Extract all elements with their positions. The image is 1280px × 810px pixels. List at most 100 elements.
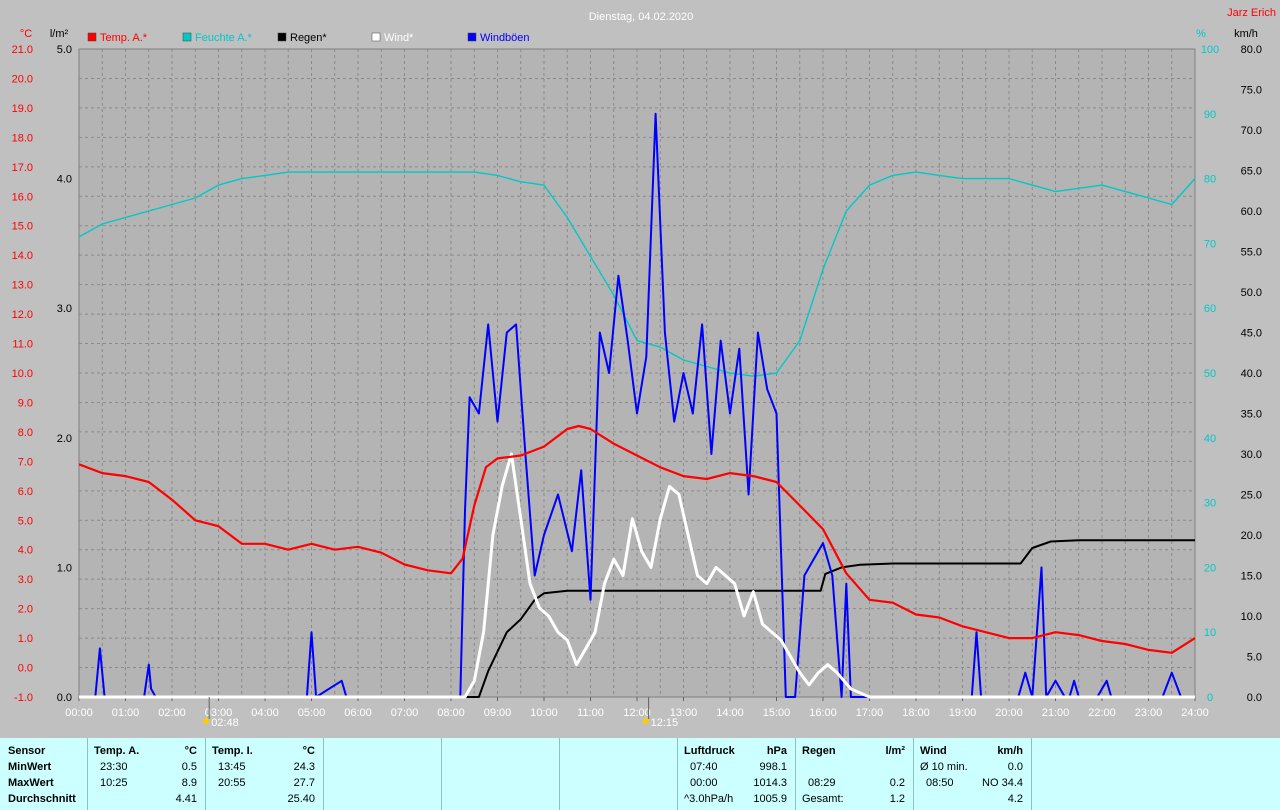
temp-tick-label: 21.0 — [12, 44, 33, 56]
pressure-min-time: 07:40 — [690, 761, 718, 773]
humidity-tick-label: 100 — [1201, 44, 1219, 56]
row-label-avg: Durchschnitt — [8, 793, 76, 805]
temp-tick-label: 19.0 — [12, 103, 33, 115]
wind-tick-label: 70.0 — [1241, 125, 1262, 137]
temp-tick-label: 18.0 — [12, 132, 33, 144]
temp-tick-label: 6.0 — [18, 486, 33, 498]
legend-label: Temp. A.* — [100, 32, 148, 44]
temp-a-min-time: 23:30 — [100, 761, 128, 773]
rain-total-value: 1.2 — [889, 793, 905, 805]
rain-tick-label: 5.0 — [57, 44, 72, 56]
rain-max-value: 0.2 — [889, 777, 905, 789]
temp-i-average: 25.40 — [287, 793, 315, 805]
wind-max-value: NO 34.4 — [982, 777, 1023, 789]
x-tick-label: 22:00 — [1088, 707, 1116, 719]
weather-chart: 21.0 20.0 19.0 18.0 17.0 16.0 15.0 14.0 13.0 12.0… — [0, 0, 1280, 738]
x-tick-label: 10:00 — [530, 707, 558, 719]
temp-unit-label: °C — [20, 28, 32, 40]
x-tick-label: 06:00 — [344, 707, 372, 719]
x-tick-label: 11:00 — [577, 707, 604, 719]
row-label-max: MaxWert — [8, 777, 54, 789]
wind-tick-label: 10.0 — [1241, 611, 1262, 623]
humidity-tick-label: 50 — [1204, 368, 1216, 380]
temp-tick-label: 15.0 — [12, 221, 33, 233]
temp-i-min-value: 24.3 — [293, 761, 315, 773]
rain-column: Regen l/m² 08:29 0.2 Gesamt: 1.2 — [796, 738, 914, 810]
x-tick-label: 01:00 — [112, 707, 140, 719]
temp-tick-label: 9.0 — [18, 397, 33, 409]
wind-min-value: 0.0 — [1007, 761, 1023, 773]
rain-title: Regen — [802, 745, 836, 757]
x-tick-label: 04:00 — [251, 707, 279, 719]
wind-title: Wind — [920, 745, 947, 757]
rain-tick-label: 2.0 — [57, 433, 72, 445]
temp-a-column: Temp. A. °C 23:30 0.5 10:25 8.9 4.41 — [88, 738, 206, 810]
sensor-header: Sensor — [8, 745, 46, 757]
temp-tick-label: 20.0 — [12, 73, 33, 85]
humidity-unit-label: % — [1196, 28, 1206, 40]
wind-tick-label: 40.0 — [1241, 368, 1262, 380]
empty-column-1 — [324, 738, 442, 810]
x-tick-label: 24:00 — [1181, 707, 1209, 719]
humidity-tick-label: 80 — [1204, 174, 1216, 186]
pressure-title: Luftdruck — [684, 745, 735, 757]
x-tick-label: 14:00 — [716, 707, 744, 719]
x-tick-label: 16:00 — [809, 707, 837, 719]
sensor-column: Sensor MinWert MaxWert Durchschnitt — [0, 738, 88, 810]
rain-tick-label: 0.0 — [57, 692, 72, 704]
rain-max-time: 08:29 — [808, 777, 836, 789]
x-tick-label: 20:00 — [995, 707, 1023, 719]
wind-tick-label: 35.0 — [1241, 409, 1262, 421]
legend-label: Windböen — [480, 32, 530, 44]
temp-tick-label: 14.0 — [12, 250, 33, 262]
temp-tick-label: 8.0 — [18, 427, 33, 439]
temp-i-title: Temp. I. — [212, 745, 253, 757]
wind-column: Wind km/h Ø 10 min. 0.0 08:50 NO 34.4 4.… — [914, 738, 1032, 810]
legend-swatch — [371, 32, 381, 42]
x-tick-label: 18:00 — [902, 707, 930, 719]
wind-tick-label: 50.0 — [1241, 287, 1262, 299]
empty-column-3 — [560, 738, 678, 810]
humidity-tick-label: 40 — [1204, 433, 1216, 445]
chart-title: Dienstag, 04.02.2020 — [589, 11, 694, 23]
x-tick-label: 21:00 — [1042, 707, 1070, 719]
rain-unit-label: l/m² — [50, 28, 69, 40]
sun-icon — [203, 718, 210, 724]
x-tick-label: 00:00 — [65, 707, 93, 719]
temp-tick-label: 1.0 — [18, 633, 33, 645]
x-tick-label: 15:00 — [763, 707, 791, 719]
legend-label: Feuchte A.* — [195, 32, 253, 44]
wind-tick-label: 15.0 — [1241, 571, 1262, 583]
wind-tick-label: 0.0 — [1247, 692, 1262, 704]
humidity-tick-label: 0 — [1207, 692, 1213, 704]
temp-tick-label: -1.0 — [14, 692, 33, 704]
x-tick-label: 05:00 — [298, 707, 326, 719]
empty-column-2 — [442, 738, 560, 810]
humidity-tick-label: 30 — [1204, 498, 1216, 510]
row-label-min: MinWert — [8, 761, 52, 773]
temp-a-average: 4.41 — [175, 793, 197, 805]
humidity-tick-label: 20 — [1204, 562, 1216, 574]
temp-tick-label: 13.0 — [12, 280, 33, 292]
legend-label: Regen* — [290, 32, 327, 44]
wind-tick-label: 80.0 — [1241, 44, 1262, 56]
x-tick-label: 02:00 — [158, 707, 186, 719]
humidity-tick-label: 60 — [1204, 303, 1216, 315]
temp-tick-label: 4.0 — [18, 545, 33, 557]
pressure-column: Luftdruck hPa 07:40 998.1 00:00 1014.3 ^… — [678, 738, 796, 810]
rain-tick-label: 4.0 — [57, 174, 72, 186]
sun-marker-label: 02:48 — [211, 717, 239, 729]
temp-tick-label: 0.0 — [18, 663, 33, 675]
temp-tick-label: 5.0 — [18, 515, 33, 527]
temp-tick-label: 17.0 — [12, 162, 33, 174]
wind-tick-label: 5.0 — [1247, 652, 1262, 664]
temp-tick-label: 12.0 — [12, 309, 33, 321]
temp-i-max-value: 27.7 — [293, 777, 315, 789]
rain-tick-label: 3.0 — [57, 303, 72, 315]
legend-swatch — [467, 32, 477, 42]
wind-tick-label: 75.0 — [1241, 85, 1262, 97]
temp-tick-label: 2.0 — [18, 604, 33, 616]
author-label: Jarz Erich — [1227, 7, 1276, 19]
pressure-max-time: 00:00 — [690, 777, 718, 789]
x-tick-label: 23:00 — [1135, 707, 1163, 719]
